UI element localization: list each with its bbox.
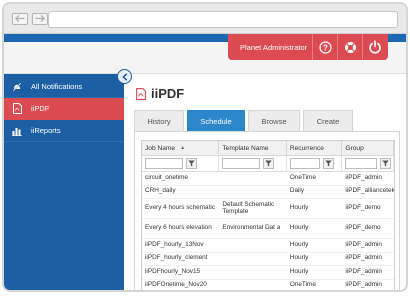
lifebuoy-icon	[344, 41, 356, 53]
sidebar-item-label: iiPDF	[31, 104, 50, 113]
filter-row	[142, 156, 394, 172]
user-panel: Planet Administrator ?	[228, 34, 388, 60]
column-header-job-name[interactable]: Job Name ▲	[142, 141, 220, 155]
table-row[interactable]: CRH_daily Daily iiPDF_alliancetek	[142, 186, 394, 199]
pdf-icon	[136, 87, 146, 100]
tab-schedule[interactable]: Schedule	[187, 110, 245, 131]
tab-create[interactable]: Create	[303, 110, 353, 131]
filter-button[interactable]	[263, 158, 275, 169]
filter-cell-job-name	[142, 156, 220, 171]
logout-button[interactable]	[362, 34, 387, 60]
column-header-template-name[interactable]: Template Name	[219, 141, 287, 155]
table-row[interactable]: Every 6 hours elevation Environmental Da…	[142, 219, 394, 239]
tab-browse[interactable]: Browse	[248, 110, 300, 131]
sidebar-item-iireports[interactable]: iiReports	[4, 120, 124, 142]
power-icon	[369, 40, 381, 54]
main-content: iiPDF History Schedule Browse Create Job…	[132, 76, 402, 291]
filter-cell-group	[342, 156, 394, 171]
page-title-row: iiPDF	[136, 86, 184, 101]
sidebar-item-label: All Notifications	[31, 82, 83, 91]
bar-chart-icon	[10, 125, 24, 137]
table-header: Job Name ▲ Template Name Recurrence Group	[142, 141, 394, 156]
tab-bar: History Schedule Browse Create	[134, 110, 353, 131]
schedule-table: Job Name ▲ Template Name Recurrence Group	[141, 140, 395, 291]
table-row[interactable]: Every 4 hours schematic Default Schemati…	[142, 199, 394, 219]
filter-input[interactable]	[289, 158, 320, 169]
column-header-recurrence[interactable]: Recurrence	[287, 141, 343, 155]
filter-icon	[382, 160, 390, 167]
sidebar-item-all-notifications[interactable]: All Notifications	[4, 76, 124, 98]
page-title: iiPDF	[151, 86, 185, 101]
filter-input[interactable]	[222, 158, 261, 169]
help-button[interactable]: ?	[312, 34, 337, 60]
filter-icon	[188, 160, 195, 167]
filter-cell-template-name	[219, 156, 287, 171]
bell-off-icon	[10, 81, 24, 93]
sidebar-item-iipdf[interactable]: iiPDF	[4, 98, 124, 120]
filter-input[interactable]	[145, 158, 183, 169]
filter-button[interactable]	[322, 158, 334, 169]
sidebar: All Notifications iiPDF iiReports	[4, 74, 124, 290]
table-row[interactable]: circuit_onetime OneTime iiPDF_admin	[142, 172, 394, 186]
forward-arrow-icon[interactable]	[32, 13, 48, 25]
filter-cell-recurrence	[287, 156, 343, 171]
sort-ascending-icon: ▲	[180, 145, 186, 151]
schedule-panel: Job Name ▲ Template Name Recurrence Group	[134, 131, 400, 291]
table-row[interactable]: iiPDF_hourly_clement Hourly iiPDF_admin	[142, 253, 394, 266]
address-bar[interactable]	[48, 11, 398, 28]
pdf-icon	[10, 103, 24, 115]
browser-window: Planet Administrator ? All Notifications…	[2, 2, 408, 292]
browser-nav	[12, 13, 48, 25]
filter-icon	[265, 160, 273, 167]
sidebar-collapse-button[interactable]	[117, 69, 132, 84]
filter-button[interactable]	[186, 158, 197, 169]
chevron-left-icon	[121, 72, 127, 81]
help-icon: ?	[318, 40, 332, 54]
support-button[interactable]	[337, 34, 362, 60]
filter-icon	[325, 160, 332, 167]
table-row[interactable]: iiPDFhourly_Nov15 Hourly iiPDF_admin	[142, 266, 394, 280]
column-header-group[interactable]: Group	[342, 141, 394, 155]
tab-history[interactable]: History	[134, 110, 184, 131]
table-row[interactable]: iiPDF_hourly_13Nov Hourly iiPDF_admin	[142, 239, 394, 253]
back-arrow-icon[interactable]	[12, 13, 28, 25]
filter-button[interactable]	[380, 158, 392, 169]
table-row[interactable]: iiPDFOnetime_Nov20 OneTime iiPDF_admin	[142, 280, 394, 291]
user-name-label[interactable]: Planet Administrator	[228, 43, 312, 52]
svg-text:?: ?	[323, 43, 328, 52]
browser-toolbar	[4, 4, 406, 34]
filter-input[interactable]	[345, 158, 378, 169]
sidebar-item-label: iiReports	[31, 126, 61, 135]
